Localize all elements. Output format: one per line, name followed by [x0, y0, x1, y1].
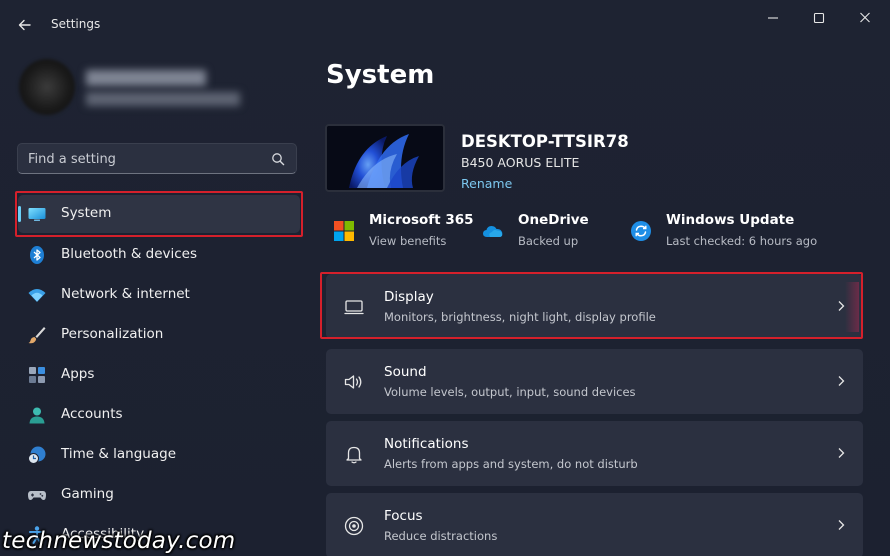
- device-name: DESKTOP-TTSIR78: [461, 132, 629, 151]
- chevron-right-icon: [838, 448, 845, 458]
- sidebar-item-time-language[interactable]: Time & language: [18, 436, 300, 474]
- close-icon: [860, 12, 870, 23]
- quick-link-title: OneDrive: [518, 212, 589, 228]
- title-bar: Settings: [0, 0, 890, 50]
- minimize-icon: [768, 17, 778, 19]
- page-title: System: [326, 60, 435, 90]
- bluetooth-icon: [30, 246, 44, 264]
- card-subtitle: Reduce distractions: [384, 529, 498, 543]
- device-model: B450 AORUS ELITE: [461, 155, 580, 170]
- microsoft-365-icon: [334, 221, 354, 241]
- account-icon: [29, 407, 45, 424]
- quick-link-onedrive[interactable]: OneDrive Backed up: [482, 210, 612, 254]
- windows-update-icon: [631, 221, 651, 241]
- sidebar-item-label: System: [61, 205, 112, 221]
- sidebar-item-label: Apps: [61, 366, 95, 382]
- quick-link-title: Windows Update: [666, 212, 795, 228]
- monitor-icon: [28, 208, 46, 221]
- display-icon: [344, 300, 364, 315]
- avatar[interactable]: [19, 59, 75, 115]
- app-title: Settings: [51, 17, 101, 31]
- card-title: Sound: [384, 364, 427, 380]
- settings-card-sound[interactable]: Sound Volume levels, output, input, soun…: [326, 349, 863, 414]
- quick-link-subtitle: Backed up: [518, 234, 579, 248]
- settings-window: Settings Find a setting System Bluetooth…: [0, 0, 890, 556]
- sidebar-item-label: Personalization: [61, 326, 164, 342]
- chevron-right-icon: [838, 301, 845, 311]
- sidebar-item-apps[interactable]: Apps: [18, 356, 300, 394]
- rename-link[interactable]: Rename: [461, 176, 512, 191]
- card-title: Focus: [384, 508, 423, 524]
- close-button[interactable]: [854, 8, 876, 28]
- settings-card-notifications[interactable]: Notifications Alerts from apps and syste…: [326, 421, 863, 486]
- speaker-icon: [344, 375, 362, 389]
- sidebar-item-bluetooth[interactable]: Bluetooth & devices: [18, 236, 300, 274]
- sidebar-item-personalization[interactable]: Personalization: [18, 316, 300, 354]
- quick-link-subtitle: Last checked: 6 hours ago: [666, 234, 818, 248]
- sidebar-item-accounts[interactable]: Accounts: [18, 396, 300, 434]
- search-icon: [272, 153, 285, 166]
- search-box[interactable]: [17, 143, 297, 174]
- paintbrush-icon: [28, 327, 46, 344]
- apps-icon: [29, 367, 45, 383]
- user-name: [86, 70, 206, 86]
- sidebar-item-label: Accounts: [61, 406, 123, 422]
- card-title: Notifications: [384, 436, 469, 452]
- quick-link-windows-update[interactable]: Windows Update Last checked: 6 hours ago: [630, 210, 830, 254]
- chevron-right-icon: [838, 520, 845, 530]
- card-title: Display: [384, 289, 434, 305]
- quick-link-microsoft-365[interactable]: Microsoft 365 View benefits: [333, 210, 474, 254]
- card-subtitle: Alerts from apps and system, do not dist…: [384, 457, 638, 471]
- windows-bloom-wallpaper-icon: [327, 126, 443, 190]
- onedrive-icon: [483, 226, 503, 237]
- sidebar-item-label: Bluetooth & devices: [61, 246, 198, 262]
- back-arrow-icon: [18, 19, 31, 31]
- user-email: [86, 92, 240, 106]
- wifi-icon: [28, 289, 46, 302]
- quick-link-subtitle: View benefits: [369, 234, 447, 248]
- sidebar-item-label: Time & language: [61, 446, 177, 462]
- gamepad-icon: [28, 491, 46, 500]
- settings-card-display[interactable]: Display Monitors, brightness, night ligh…: [326, 274, 863, 339]
- sidebar-item-system[interactable]: System: [18, 195, 300, 233]
- maximize-button[interactable]: [808, 8, 830, 28]
- maximize-icon: [813, 12, 825, 24]
- sidebar-item-gaming[interactable]: Gaming: [18, 476, 300, 514]
- globe-clock-icon: [28, 446, 46, 464]
- card-subtitle: Monitors, brightness, night light, displ…: [384, 310, 656, 324]
- search-input[interactable]: [28, 150, 258, 168]
- quick-link-title: Microsoft 365: [369, 212, 474, 228]
- device-wallpaper-thumbnail: [325, 124, 445, 192]
- minimize-button[interactable]: [762, 8, 784, 28]
- chevron-right-icon: [838, 376, 845, 386]
- settings-card-focus[interactable]: Focus Reduce distractions: [326, 493, 863, 556]
- sidebar-item-label: Network & internet: [61, 286, 190, 302]
- focus-icon: [344, 516, 364, 536]
- card-subtitle: Volume levels, output, input, sound devi…: [384, 385, 636, 399]
- sidebar-item-label: Gaming: [61, 486, 114, 502]
- bell-icon: [346, 446, 362, 464]
- sidebar-item-network[interactable]: Network & internet: [18, 276, 300, 314]
- back-button[interactable]: [14, 14, 36, 36]
- watermark: technewstoday.com: [2, 528, 236, 554]
- active-indicator: [18, 206, 21, 222]
